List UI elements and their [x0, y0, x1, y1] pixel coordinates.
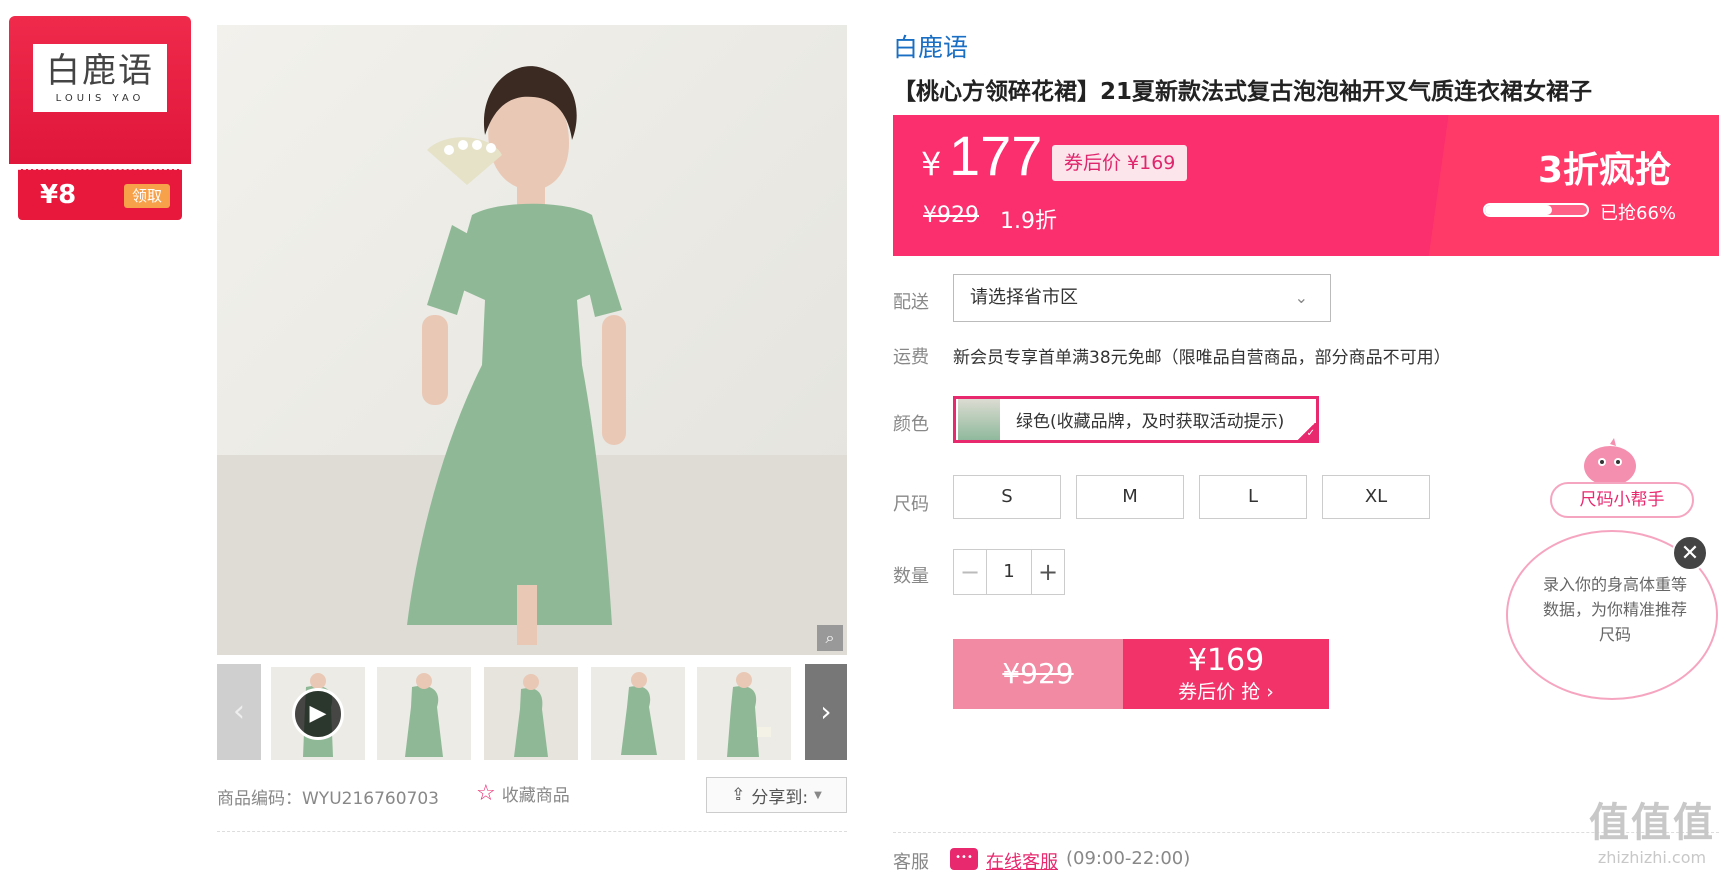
- shipping-info: 新会员专享首单满38元免邮（限唯品自营商品，部分商品不可用）: [953, 348, 1451, 368]
- size-helper-button[interactable]: 尺码小帮手: [1550, 482, 1694, 518]
- brand-logo-cn: 白鹿语: [46, 50, 154, 91]
- claim-coupon-button[interactable]: 领取: [124, 184, 170, 208]
- share-label: 分享到:: [751, 787, 809, 808]
- check-icon: ✓: [1295, 423, 1317, 441]
- thumbnail-3[interactable]: [484, 667, 578, 760]
- buy-with-coupon-button[interactable]: ¥169 券后价 抢 ›: [1123, 639, 1329, 709]
- quantity-stepper: − 1 +: [953, 549, 1065, 595]
- size-option-xl[interactable]: XL: [1322, 475, 1430, 519]
- watermark-url: zhizhizhi.com: [1597, 848, 1707, 867]
- thumbnail-next-button[interactable]: ›: [805, 664, 847, 760]
- sold-progress-bar: [1483, 203, 1589, 217]
- close-icon[interactable]: ✕: [1672, 535, 1708, 571]
- thumbnail-image: [377, 667, 471, 760]
- brand-link[interactable]: 白鹿语: [893, 28, 968, 64]
- shipping-label: 运费: [893, 347, 929, 368]
- size-option-l[interactable]: L: [1199, 475, 1307, 519]
- model-illustration: [217, 66, 847, 655]
- favorite-button[interactable]: ☆ 收藏商品: [476, 781, 570, 806]
- size-helper-text: 录入你的身高体重等数据，为你精准推荐尺码: [1542, 575, 1687, 644]
- coupon-amount: ¥8: [40, 180, 77, 210]
- size-option-m[interactable]: M: [1076, 475, 1184, 519]
- brand-logo-en: LOUIS YAO: [55, 92, 145, 104]
- main-product-image[interactable]: ⌕: [217, 25, 847, 655]
- thumbnail-5[interactable]: [697, 667, 791, 760]
- price-banner: ¥ 177 券后价 ¥169 ¥929 1.9折 3折疯抢 已抢66%: [893, 115, 1719, 256]
- share-button[interactable]: ⇪ 分享到: ▼: [706, 777, 847, 813]
- thumbnail-image: [697, 667, 791, 760]
- favorite-label: 收藏商品: [501, 786, 570, 806]
- sold-percentage: 已抢66%: [1600, 203, 1677, 224]
- thumbnail-video[interactable]: ▶: [271, 667, 365, 760]
- thumbnail-2[interactable]: [377, 667, 471, 760]
- coupon-header: 白鹿语 LOUIS YAO: [9, 16, 191, 164]
- buy-original-price: ¥929: [953, 639, 1123, 709]
- caret-down-icon: ▼: [814, 789, 822, 801]
- quantity-label: 数量: [893, 566, 929, 587]
- current-price: 177: [949, 124, 1043, 187]
- coupon-footer: ¥8 领取: [18, 169, 182, 220]
- buy-label: 券后价 抢 ›: [1178, 681, 1274, 703]
- currency-symbol: ¥: [921, 145, 942, 183]
- product-title: 【桃心方领碎花裙】21夏新款法式复古泡泡袖开叉气质连衣裙女裙子: [893, 79, 1593, 105]
- mascot-icon: [1584, 438, 1636, 486]
- thumbnail-image: [484, 667, 578, 760]
- region-select[interactable]: 请选择省市区 ⌄: [953, 274, 1331, 322]
- delivery-label: 配送: [893, 292, 929, 313]
- divider: [217, 831, 847, 832]
- buy-price: ¥169: [1187, 643, 1265, 678]
- coupon-price-tag: 券后价 ¥169: [1052, 145, 1188, 181]
- brand-coupon-card[interactable]: 白鹿语 LOUIS YAO ¥8 领取: [9, 16, 191, 220]
- zoom-icon[interactable]: ⌕: [817, 625, 843, 651]
- chevron-down-icon: ⌄: [1294, 288, 1308, 307]
- share-icon: ⇪: [731, 785, 746, 805]
- original-price: ¥929: [923, 203, 979, 228]
- thumbnail-4[interactable]: [591, 667, 685, 760]
- sold-progress-fill: [1485, 205, 1553, 215]
- color-swatch-image: [958, 399, 1000, 440]
- product-code: 商品编码：WYU216760703: [217, 789, 439, 809]
- color-label: 颜色: [893, 414, 929, 435]
- flash-sale-label: 3折疯抢: [1538, 150, 1672, 191]
- color-option-label: 绿色(收藏品牌，及时获取活动提示): [1016, 412, 1285, 432]
- size-option-s[interactable]: S: [953, 475, 1061, 519]
- chat-icon[interactable]: •••: [950, 848, 978, 870]
- thumbnail-prev-button[interactable]: ‹: [217, 664, 261, 760]
- quantity-increase-button[interactable]: +: [1032, 550, 1064, 594]
- star-icon: ☆: [476, 781, 496, 806]
- size-label: 尺码: [893, 494, 929, 515]
- color-option-green[interactable]: 绿色(收藏品牌，及时获取活动提示) ✓: [953, 396, 1319, 443]
- quantity-input[interactable]: 1: [986, 550, 1032, 594]
- watermark-logo: 值值值: [1589, 800, 1715, 846]
- watermark: 值值值 zhizhizhi.com: [1582, 790, 1722, 867]
- discount-rate: 1.9折: [1000, 209, 1057, 234]
- quantity-decrease-button[interactable]: −: [954, 550, 986, 594]
- brand-logo: 白鹿语 LOUIS YAO: [33, 44, 167, 112]
- thumbnail-image: [591, 667, 685, 760]
- play-icon[interactable]: ▶: [292, 688, 344, 740]
- region-select-value: 请选择省市区: [970, 287, 1078, 308]
- customer-service-label: 客服: [893, 852, 929, 873]
- service-hours: (09:00-22:00): [1066, 848, 1191, 869]
- online-service-link[interactable]: 在线客服: [986, 848, 1058, 874]
